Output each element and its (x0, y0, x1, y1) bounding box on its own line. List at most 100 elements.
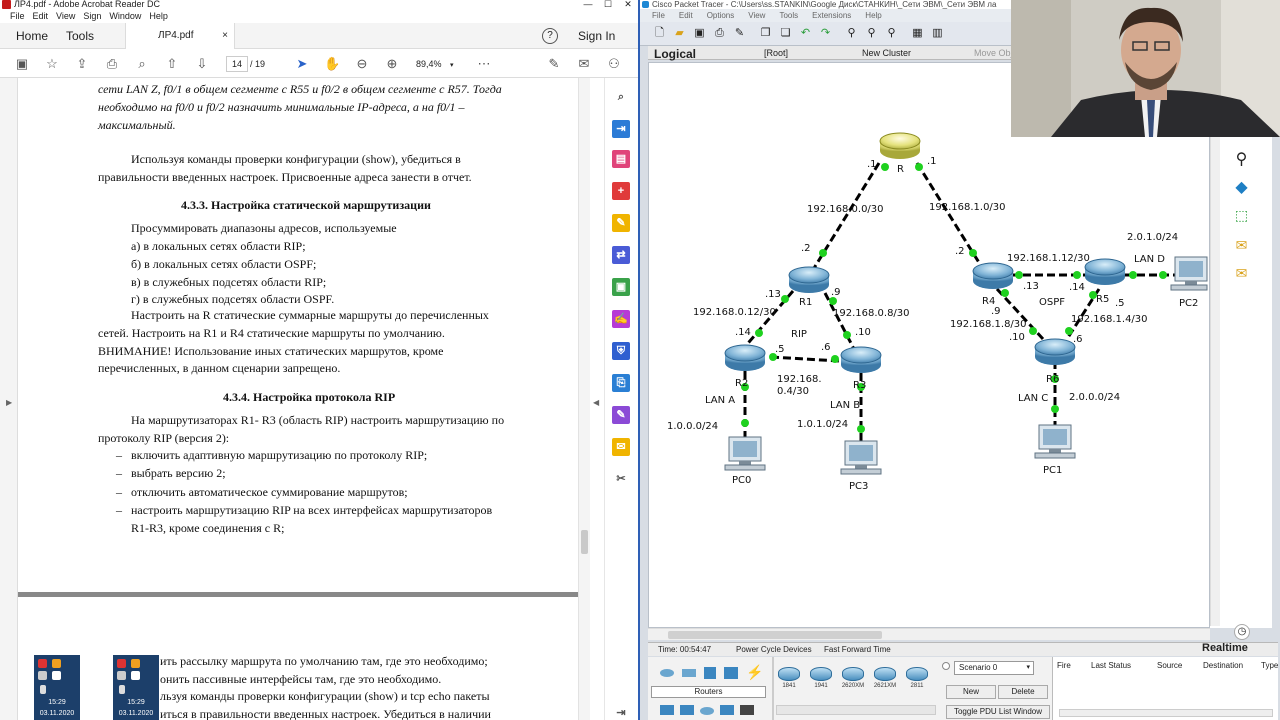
scan-icon[interactable]: ⎘ (612, 374, 630, 392)
page-number-input[interactable]: 14 (226, 56, 248, 72)
collapse-pane-icon[interactable]: ⇥ (612, 704, 630, 720)
router-r[interactable] (879, 132, 921, 159)
menu-window[interactable]: Window (109, 9, 141, 23)
zoom-reset-icon[interactable]: ⚲ (864, 26, 879, 41)
search-icon[interactable]: ⌕ (612, 88, 630, 106)
power-cycle-button[interactable]: Power Cycle Devices (736, 643, 812, 657)
routers-category-icon[interactable] (660, 669, 674, 677)
add-user-icon[interactable]: ⚇ (606, 56, 622, 72)
new-cluster-button[interactable]: New Cluster (862, 46, 911, 60)
router-r1[interactable] (788, 266, 830, 293)
close-tab-icon[interactable]: × (222, 23, 228, 49)
tab-tools[interactable]: Tools (66, 23, 94, 49)
canvas-vscrollbar[interactable] (1210, 136, 1220, 626)
palette-icon[interactable]: ▦ (910, 26, 925, 41)
pdu-list-scrollbar[interactable] (1059, 709, 1273, 717)
pt-menu-file[interactable]: File (652, 9, 665, 22)
right-panel-toggle[interactable]: ◀ (590, 78, 604, 720)
bookmark-star-icon[interactable]: ☆ (44, 56, 60, 72)
print-icon[interactable]: ⎙ (712, 26, 727, 41)
pt-menu-tools[interactable]: Tools (779, 9, 798, 22)
menu-sign[interactable]: Sign (83, 9, 101, 23)
redo-icon[interactable]: ↷ (818, 26, 833, 41)
multiuser-icon[interactable] (740, 705, 754, 715)
comment-icon[interactable]: ✎ (612, 214, 630, 232)
link-r2-r3[interactable] (770, 355, 840, 363)
zoom-out-icon[interactable]: ⊖ (354, 56, 370, 72)
pt-menu-extensions[interactable]: Extensions (812, 9, 851, 22)
pc-pc3[interactable] (840, 440, 882, 475)
scroll-thumb[interactable] (581, 530, 588, 554)
upload-icon[interactable]: ⇪ (74, 56, 90, 72)
send-sign-icon[interactable]: ✉ (612, 438, 630, 456)
select-cursor-icon[interactable]: ➤ (294, 56, 310, 72)
pt-menu-view[interactable]: View (748, 9, 765, 22)
menu-help[interactable]: Help (149, 9, 168, 23)
page-down-icon[interactable]: ⇩ (194, 56, 210, 72)
resize-icon[interactable]: ⬚ (1234, 208, 1249, 223)
save-icon[interactable]: ▣ (692, 26, 707, 41)
components-icon[interactable] (680, 705, 694, 715)
new-scenario-button[interactable]: New (946, 685, 996, 699)
sign-pen-icon[interactable]: ✎ (546, 56, 562, 72)
tab-document[interactable]: ЛР4.pdf × (125, 23, 235, 49)
end-devices-icon[interactable] (660, 705, 674, 715)
find-icon[interactable]: ⌕ (134, 56, 150, 72)
undo-icon[interactable]: ↶ (798, 26, 813, 41)
maximize-button[interactable]: ☐ (598, 0, 618, 9)
taskbar-thumbnail[interactable]: 15:29 03.11.2020 (34, 655, 80, 720)
fill-sign-icon[interactable]: ✍ (612, 310, 630, 328)
router-r6[interactable] (1034, 338, 1076, 365)
edit-icon[interactable]: ✎ (612, 406, 630, 424)
hscroll-thumb[interactable] (668, 631, 882, 639)
draw-shape-icon[interactable]: ◆ (1234, 180, 1249, 196)
print-icon[interactable]: ⎙ (104, 56, 120, 72)
more-tools-icon[interactable]: ✂ (612, 470, 630, 488)
scenario-select[interactable]: Scenario 0 ▾ (954, 661, 1034, 675)
network-canvas[interactable]: R R1 R2 R3 R4 R5 R6 PC0 PC3 PC1 PC2 192.… (648, 62, 1210, 628)
help-icon[interactable]: ? (542, 28, 558, 44)
zoom-out-icon[interactable]: ⚲ (884, 26, 899, 41)
custom-device-icon[interactable]: ▥ (930, 26, 945, 41)
router-r5[interactable] (1084, 258, 1126, 285)
inspect-icon[interactable]: ⚲ (1234, 152, 1249, 168)
menu-view[interactable]: View (56, 9, 75, 23)
pc-pc2[interactable] (1170, 256, 1208, 291)
device-2621xm[interactable]: 2621XM (872, 667, 898, 695)
organize-pages-icon[interactable]: ▤ (612, 150, 630, 168)
simple-pdu-icon[interactable]: ✉ (1234, 238, 1249, 253)
tab-home[interactable]: Home (16, 23, 48, 49)
pc-pc0[interactable] (724, 436, 766, 471)
root-button[interactable]: [Root] (764, 46, 788, 60)
device-list-scrollbar[interactable] (776, 705, 936, 715)
router-r4[interactable] (972, 262, 1014, 289)
new-file-icon[interactable]: 🗋 (652, 26, 667, 41)
device-2811[interactable]: 2811 (904, 667, 930, 695)
menu-edit[interactable]: Edit (33, 9, 49, 23)
delete-scenario-button[interactable]: Delete (998, 685, 1048, 699)
zoom-in-icon[interactable]: ⊕ (384, 56, 400, 72)
device-1941[interactable]: 1941 (808, 667, 834, 695)
router-r3[interactable] (840, 346, 882, 373)
more-tools-icon[interactable]: ⋯ (476, 56, 492, 72)
router-r2[interactable] (724, 344, 766, 371)
fast-forward-button[interactable]: Fast Forward Time (824, 643, 891, 657)
realtime-clock-icon[interactable]: ◷ (1234, 624, 1250, 640)
switches-category-icon[interactable] (682, 669, 696, 677)
zoom-in-icon[interactable]: ⚲ (844, 26, 859, 41)
paste-icon[interactable]: ❏ (778, 26, 793, 41)
minimize-button[interactable]: — (578, 0, 598, 9)
wan-emulation-icon[interactable] (700, 707, 714, 715)
open-folder-icon[interactable]: ▰ (672, 26, 687, 41)
copy-icon[interactable]: ❐ (758, 26, 773, 41)
move-object-button[interactable]: Move Obj (974, 46, 1013, 60)
combine-icon[interactable]: ⇄ (612, 246, 630, 264)
protect-icon[interactable]: ⛨ (612, 342, 630, 360)
pt-menu-help[interactable]: Help (865, 9, 881, 22)
activity-wizard-icon[interactable]: ✎ (732, 26, 747, 41)
create-pdf-icon[interactable]: + (612, 182, 630, 200)
hand-tool-icon[interactable]: ✋ (324, 56, 340, 72)
save-icon[interactable]: ▣ (14, 56, 30, 72)
page-up-icon[interactable]: ⇧ (164, 56, 180, 72)
hubs-category-icon[interactable] (704, 667, 716, 679)
